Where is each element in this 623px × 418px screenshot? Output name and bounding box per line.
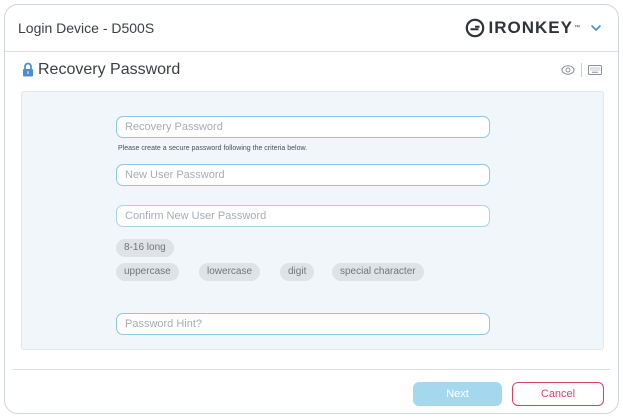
header-tools	[561, 63, 602, 77]
title-bar: Login Device - D500S IRONKEY ™	[5, 5, 618, 52]
page-title: Recovery Password	[38, 61, 181, 78]
window-title: Login Device - D500S	[18, 20, 155, 36]
eye-icon[interactable]	[561, 64, 575, 76]
form-panel: Please create a secure password followin…	[21, 91, 604, 350]
section-header: Recovery Password	[5, 52, 618, 90]
keyboard-icon[interactable]	[588, 64, 602, 76]
lock-icon	[23, 62, 33, 77]
criteria-special-badge: special character	[332, 263, 424, 281]
brand: IRONKEY ™	[465, 15, 602, 41]
criteria-lowercase-badge: lowercase	[199, 263, 261, 281]
criteria-uppercase-badge: uppercase	[116, 263, 179, 281]
divider	[581, 63, 582, 77]
footer-divider	[13, 369, 610, 370]
password-hint-input[interactable]	[116, 313, 490, 335]
criteria-digit-badge: digit	[280, 263, 315, 281]
new-password-input[interactable]	[116, 164, 490, 186]
cancel-button[interactable]: Cancel	[512, 382, 604, 406]
ironkey-logo-icon	[465, 18, 484, 38]
app-window: Login Device - D500S IRONKEY ™ Recovery …	[4, 4, 619, 414]
recovery-password-input[interactable]	[116, 116, 490, 138]
brand-trademark: ™	[574, 25, 580, 31]
confirm-password-input[interactable]	[116, 205, 490, 227]
criteria-length-badge: 8-16 long	[116, 239, 174, 257]
next-button[interactable]: Next	[413, 382, 502, 406]
helper-text: Please create a secure password followin…	[118, 145, 308, 152]
brand-name: IRONKEY	[488, 18, 573, 37]
chevron-down-icon[interactable]	[590, 22, 602, 34]
